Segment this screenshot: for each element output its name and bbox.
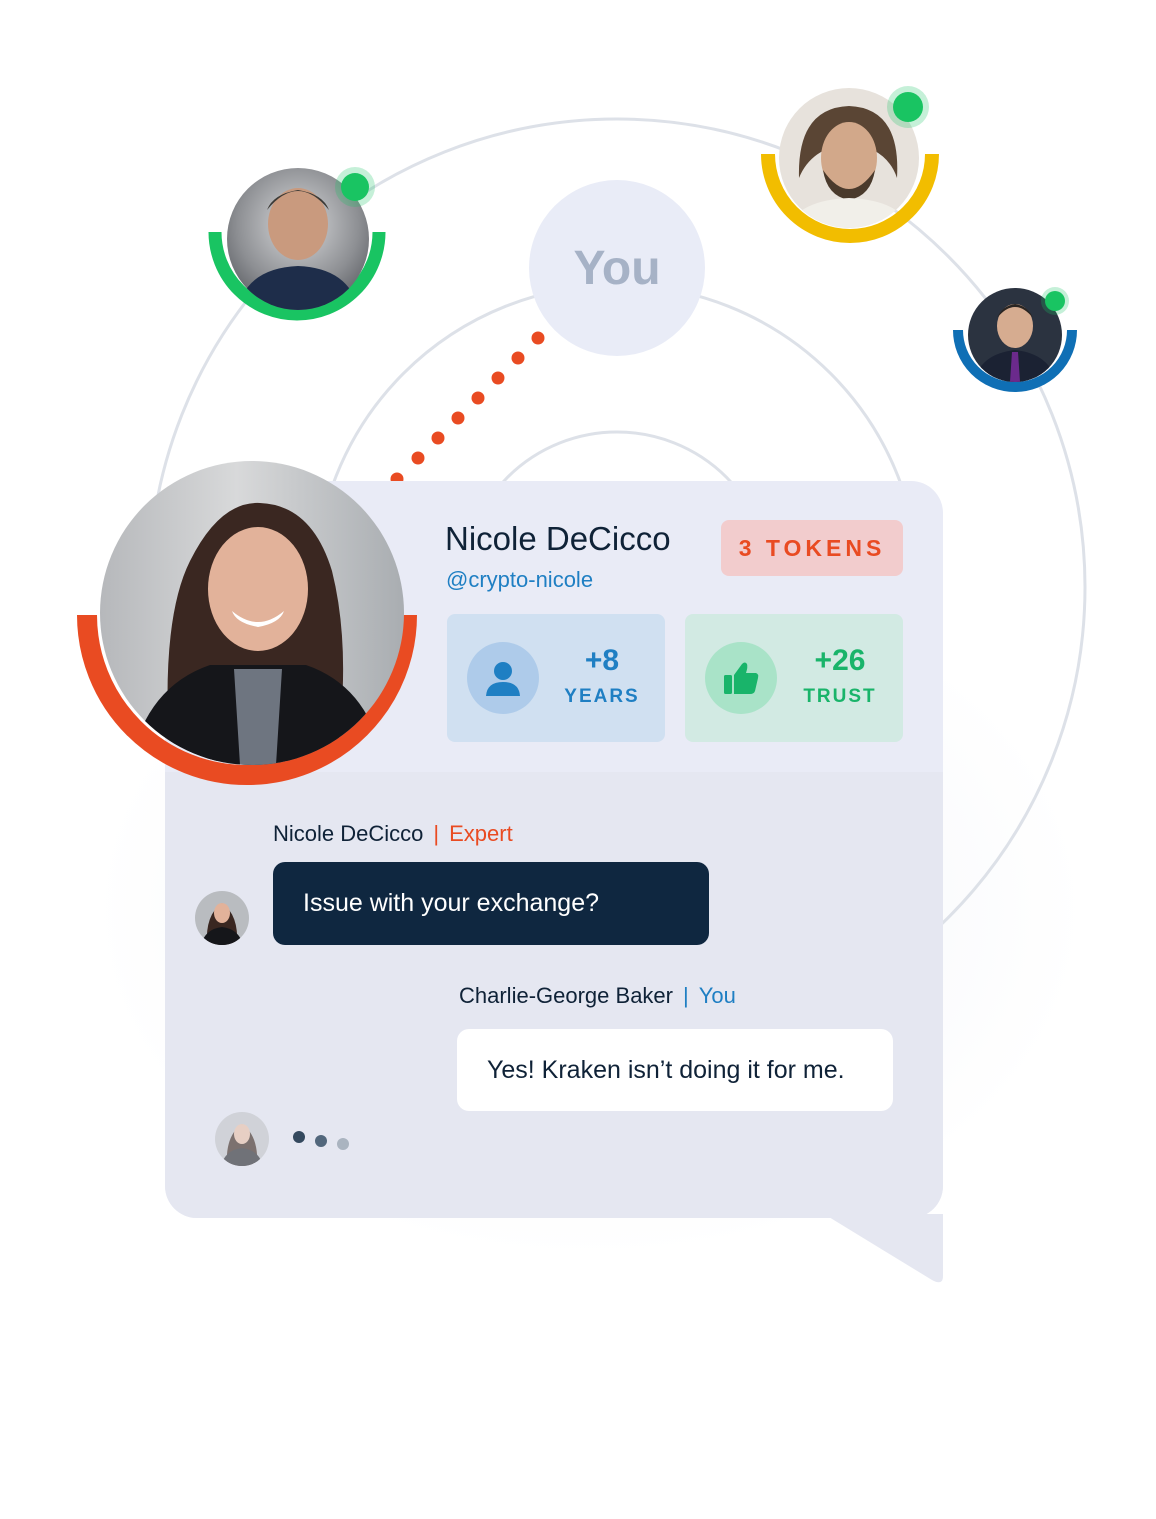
sender-name: Nicole DeCicco bbox=[273, 821, 424, 846]
online-status-icon bbox=[1045, 291, 1065, 311]
message-bubble-incoming: Issue with your exchange? bbox=[273, 862, 709, 945]
stat-trust: +26 TRUST bbox=[685, 614, 903, 742]
sender-role: You bbox=[698, 983, 736, 1008]
typing-dot bbox=[337, 1138, 349, 1150]
typing-avatar bbox=[215, 1112, 269, 1166]
typing-dot bbox=[315, 1135, 327, 1147]
sender-separator: | bbox=[682, 983, 689, 1008]
stat-trust-label: TRUST bbox=[803, 686, 877, 707]
person-photo-icon bbox=[130, 502, 384, 765]
message-avatar bbox=[195, 891, 249, 945]
tokens-badge: 3 TOKENS bbox=[721, 520, 903, 576]
message-sender-line: Charlie-George Baker | You bbox=[459, 983, 736, 1009]
person-photo-icon bbox=[201, 903, 243, 945]
stat-years-label: YEARS bbox=[564, 686, 640, 707]
typing-dot bbox=[293, 1131, 305, 1143]
you-label: You bbox=[573, 241, 661, 295]
stat-years: +8 YEARS bbox=[447, 614, 665, 742]
online-status-icon bbox=[893, 92, 923, 122]
message-text: Yes! Kraken isn’t doing it for me. bbox=[487, 1055, 845, 1084]
sender-role: Expert bbox=[449, 821, 513, 846]
profile-name: Nicole DeCicco bbox=[445, 520, 671, 557]
featured-avatar[interactable] bbox=[100, 461, 404, 765]
message-bubble-outgoing: Yes! Kraken isn’t doing it for me. bbox=[457, 1029, 893, 1111]
user-icon bbox=[467, 642, 539, 714]
message-sender-line: Nicole DeCicco | Expert bbox=[273, 821, 513, 847]
sender-name: Charlie-George Baker bbox=[459, 983, 673, 1008]
profile-handle[interactable]: @crypto-nicole bbox=[446, 567, 593, 593]
stat-years-value: +8 bbox=[584, 644, 620, 677]
stat-trust-value: +26 bbox=[814, 644, 866, 677]
person-photo-icon bbox=[221, 1124, 263, 1166]
thumbs-up-icon bbox=[705, 642, 777, 714]
message-text: Issue with your exchange? bbox=[303, 889, 600, 917]
you-node[interactable]: You bbox=[529, 180, 705, 356]
sender-separator: | bbox=[433, 821, 440, 846]
speech-bubble-tail bbox=[824, 1214, 943, 1283]
online-status-icon bbox=[341, 173, 369, 201]
